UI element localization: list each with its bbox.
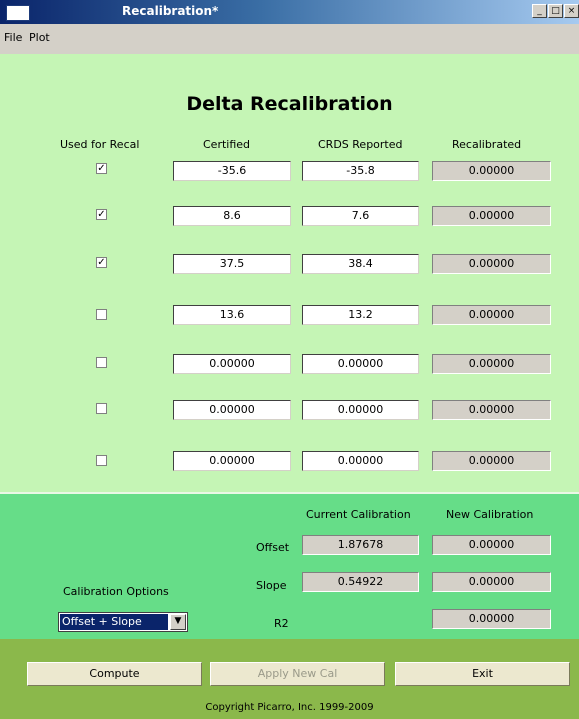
certified-input[interactable]: 0.00000 bbox=[173, 451, 291, 471]
use-checkbox[interactable]: ✓ bbox=[96, 163, 107, 174]
compute-button[interactable]: Compute bbox=[27, 662, 202, 686]
certified-input[interactable]: 37.5 bbox=[173, 254, 291, 274]
recalibrated-value: 0.00000 bbox=[432, 161, 551, 181]
exit-button[interactable]: Exit bbox=[395, 662, 570, 686]
chevron-down-icon[interactable]: ▼ bbox=[170, 614, 186, 630]
certified-input[interactable]: 0.00000 bbox=[173, 400, 291, 420]
close-button[interactable]: × bbox=[564, 4, 579, 18]
current-offset-value: 1.87678 bbox=[302, 535, 419, 555]
new-r2-value: 0.00000 bbox=[432, 609, 551, 629]
calibration-options-select[interactable]: Offset + Slope ▼ bbox=[58, 612, 188, 632]
certified-input[interactable]: -35.6 bbox=[173, 161, 291, 181]
recalibrated-value: 0.00000 bbox=[432, 451, 551, 471]
use-checkbox[interactable] bbox=[96, 357, 107, 368]
menu-file[interactable]: File bbox=[4, 31, 22, 44]
slope-label: Slope bbox=[256, 579, 287, 592]
recalibrated-value: 0.00000 bbox=[432, 354, 551, 374]
menu-plot[interactable]: Plot bbox=[29, 31, 50, 44]
use-checkbox[interactable] bbox=[96, 455, 107, 466]
new-slope-value: 0.00000 bbox=[432, 572, 551, 592]
reported-input[interactable]: 0.00000 bbox=[302, 400, 419, 420]
column-header-certified: Certified bbox=[203, 138, 251, 151]
use-checkbox[interactable] bbox=[96, 309, 107, 320]
certified-input[interactable]: 8.6 bbox=[173, 206, 291, 226]
copyright-text: Copyright Picarro, Inc. 1999-2009 bbox=[205, 702, 374, 713]
title-bar: Recalibration* _ □ × bbox=[0, 0, 579, 24]
column-header-recalibrated: Recalibrated bbox=[452, 138, 522, 151]
minimize-button[interactable]: _ bbox=[532, 4, 547, 18]
reported-input[interactable]: 0.00000 bbox=[302, 354, 419, 374]
app-icon[interactable] bbox=[6, 5, 30, 21]
calibration-options-value: Offset + Slope bbox=[60, 614, 168, 630]
page-title: Delta Recalibration bbox=[186, 93, 393, 115]
certified-input[interactable]: 13.6 bbox=[173, 305, 291, 325]
r2-label: R2 bbox=[274, 617, 289, 630]
calibration-options-label: Calibration Options bbox=[63, 585, 169, 598]
recalibrated-value: 0.00000 bbox=[432, 254, 551, 274]
reported-input[interactable]: 7.6 bbox=[302, 206, 419, 226]
reported-input[interactable]: 38.4 bbox=[302, 254, 419, 274]
window-title: Recalibration* bbox=[122, 4, 219, 18]
apply-new-cal-button[interactable]: Apply New Cal bbox=[210, 662, 385, 686]
offset-label: Offset bbox=[256, 541, 290, 554]
reported-input[interactable]: 0.00000 bbox=[302, 451, 419, 471]
column-header-reported: CRDS Reported bbox=[318, 138, 403, 151]
recalibrated-value: 0.00000 bbox=[432, 400, 551, 420]
maximize-button[interactable]: □ bbox=[548, 4, 563, 18]
reported-input[interactable]: -35.8 bbox=[302, 161, 419, 181]
use-checkbox[interactable]: ✓ bbox=[96, 209, 107, 220]
column-header-used: Used for Recal bbox=[60, 138, 140, 151]
certified-input[interactable]: 0.00000 bbox=[173, 354, 291, 374]
new-offset-value: 0.00000 bbox=[432, 535, 551, 555]
new-calibration-header: New Calibration bbox=[446, 508, 534, 521]
recalibrated-value: 0.00000 bbox=[432, 305, 551, 325]
menu-bar: File Plot bbox=[0, 24, 579, 54]
reported-input[interactable]: 13.2 bbox=[302, 305, 419, 325]
use-checkbox[interactable] bbox=[96, 403, 107, 414]
recalibrated-value: 0.00000 bbox=[432, 206, 551, 226]
use-checkbox[interactable]: ✓ bbox=[96, 257, 107, 268]
current-slope-value: 0.54922 bbox=[302, 572, 419, 592]
current-calibration-header: Current Calibration bbox=[306, 508, 411, 521]
